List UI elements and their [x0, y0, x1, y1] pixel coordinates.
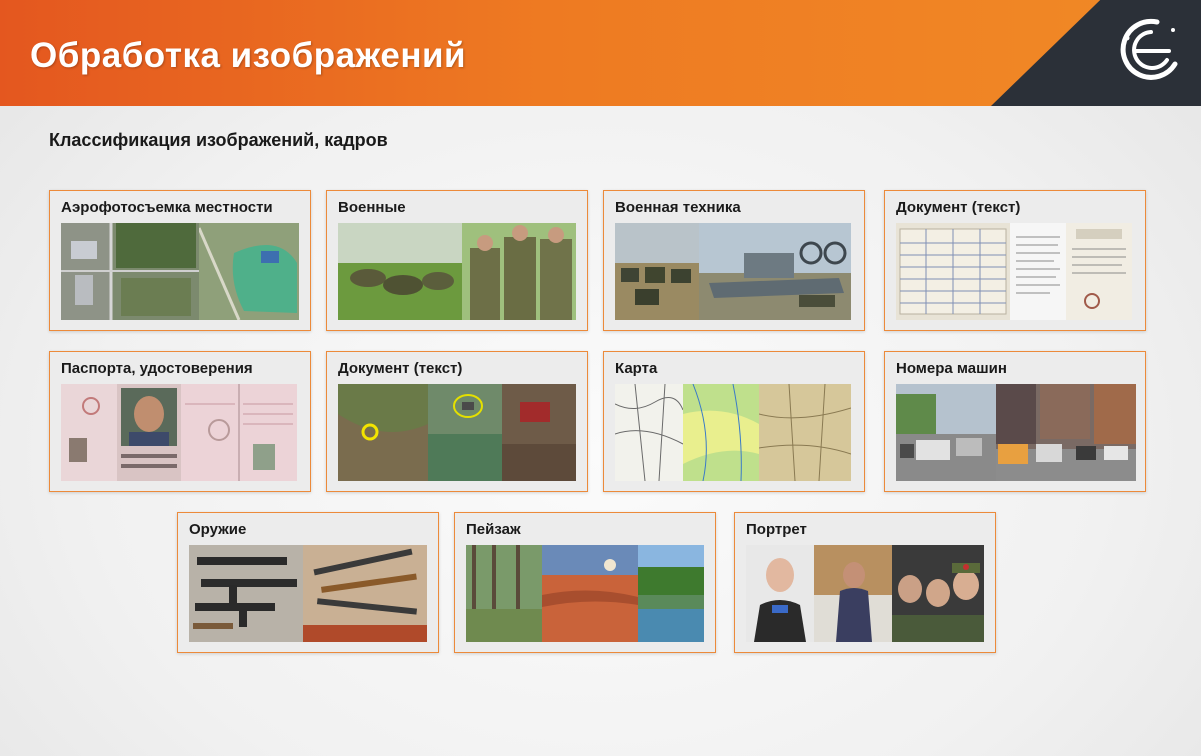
certificate-thumbnail	[1066, 223, 1132, 320]
card-label: Карта	[615, 360, 658, 377]
card-thumbnails	[338, 223, 576, 320]
category-card-document-photos: Документ (текст)	[326, 351, 588, 492]
category-card-military-vehicles: Военная техника	[603, 190, 865, 331]
card-thumbnails	[615, 223, 851, 320]
id-document-thumbnail	[181, 384, 297, 481]
card-label: Пейзаж	[466, 521, 521, 538]
street-cars-thumbnail	[996, 384, 1136, 481]
street-cars-thumbnail	[896, 384, 996, 481]
category-card-document: Документ (текст)	[884, 190, 1146, 331]
card-thumbnails	[746, 545, 984, 642]
card-label: Портрет	[746, 521, 807, 538]
soldiers-photo-thumbnail	[338, 223, 462, 320]
desert-thumbnail	[542, 545, 638, 642]
document-table-thumbnail	[896, 223, 1010, 320]
company-logo-icon	[1120, 18, 1178, 80]
portrait-thumbnail	[746, 545, 814, 642]
lake-thumbnail	[638, 545, 704, 642]
firearms-thumbnail	[189, 545, 303, 642]
map-thumbnail	[683, 384, 759, 481]
card-label: Документ (текст)	[338, 360, 463, 377]
portrait-thumbnail	[892, 545, 984, 642]
section-subtitle: Классификация изображений, кадров	[49, 130, 388, 150]
category-card-aerial: Аэрофотосъемка местности	[49, 190, 311, 331]
page-title: Обработка изображений	[30, 36, 467, 75]
ground-photo-thumbnail	[502, 384, 576, 481]
category-card-portrait: Портрет	[734, 512, 996, 653]
card-thumbnails	[615, 384, 851, 481]
category-card-map: Карта	[603, 351, 865, 492]
card-label: Паспорта, удостоверения	[61, 360, 253, 377]
card-thumbnails	[61, 384, 297, 481]
passport-thumbnail	[61, 384, 117, 481]
card-thumbnails	[896, 223, 1132, 320]
card-label: Номера машин	[896, 360, 1007, 377]
card-thumbnails	[189, 545, 427, 642]
forest-thumbnail	[466, 545, 542, 642]
hovercraft-thumbnail	[699, 223, 851, 320]
ground-photo-thumbnail	[338, 384, 428, 481]
document-text-thumbnail	[1010, 223, 1066, 320]
aerial-photo-thumbnail	[61, 223, 199, 320]
card-thumbnails	[61, 223, 299, 320]
category-card-license-plates: Номера машин	[884, 351, 1146, 492]
card-thumbnails	[466, 545, 704, 642]
card-label: Оружие	[189, 521, 247, 538]
soldiers-photo-thumbnail	[462, 223, 576, 320]
category-card-military: Военные	[326, 190, 588, 331]
portrait-thumbnail	[814, 545, 892, 642]
header-banner: Обработка изображений	[0, 0, 1201, 106]
card-label: Военная техника	[615, 199, 741, 216]
card-label: Аэрофотосъемка местности	[61, 199, 273, 216]
map-thumbnail	[615, 384, 683, 481]
card-thumbnails	[338, 384, 576, 481]
card-label: Документ (текст)	[896, 199, 1021, 216]
card-label: Военные	[338, 199, 406, 216]
category-card-weapons: Оружие	[177, 512, 439, 653]
card-thumbnails	[896, 384, 1136, 481]
aerial-photo-thumbnail	[199, 223, 299, 320]
military-vehicles-thumbnail	[615, 223, 699, 320]
category-card-passports: Паспорта, удостоверения	[49, 351, 311, 492]
passport-photo-thumbnail	[117, 384, 181, 481]
rifles-thumbnail	[303, 545, 427, 642]
old-map-thumbnail	[759, 384, 851, 481]
category-card-landscape: Пейзаж	[454, 512, 716, 653]
ground-photo-thumbnail	[428, 384, 502, 481]
